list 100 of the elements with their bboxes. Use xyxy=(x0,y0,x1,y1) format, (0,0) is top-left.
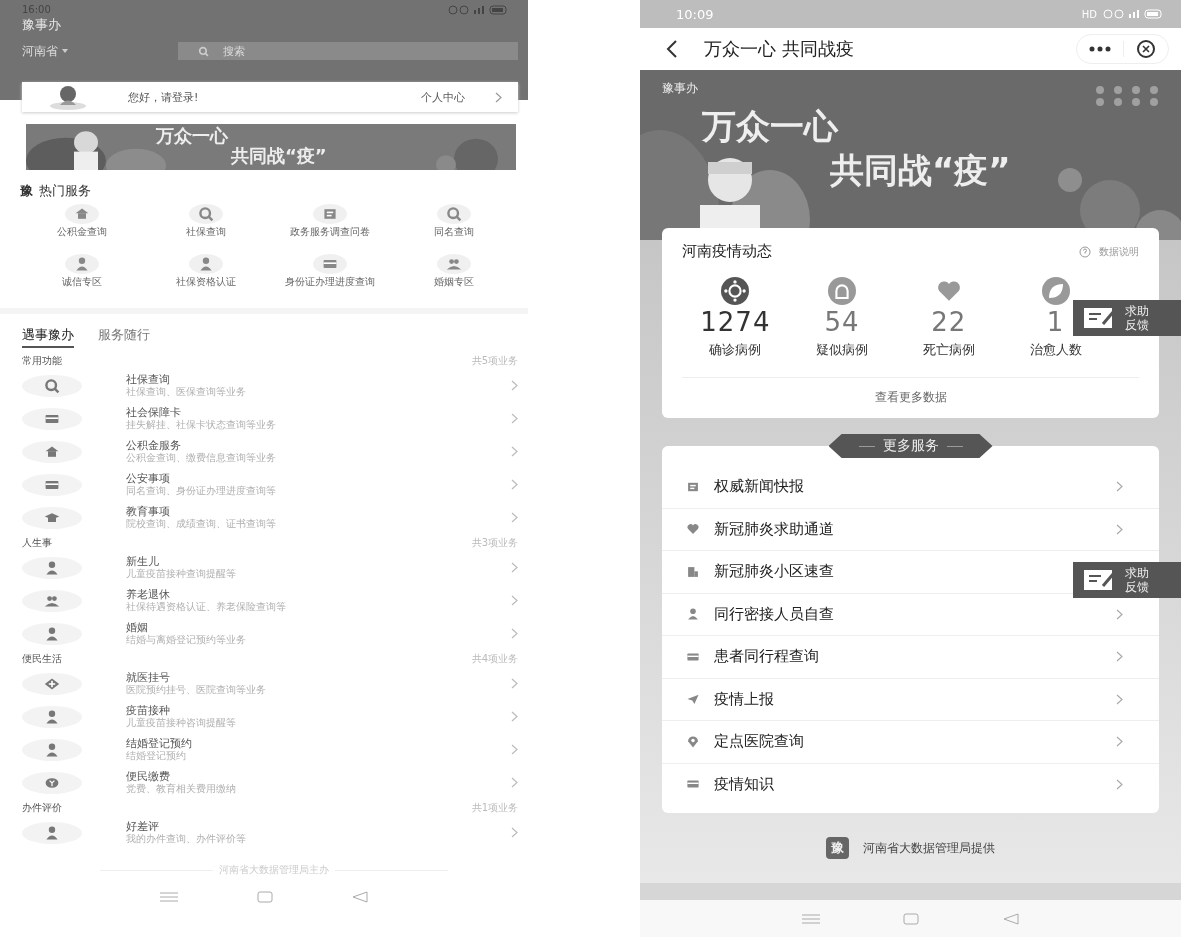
item-description: 儿童疫苗接种咨询提醒等 xyxy=(126,717,237,729)
menu-icon[interactable] xyxy=(159,892,178,902)
service-shortcut[interactable]: 社保查询 xyxy=(144,204,268,250)
close-icon[interactable] xyxy=(1136,39,1156,59)
item-count: 共5项业务 xyxy=(471,353,518,368)
status-time: 10:09 xyxy=(676,6,714,22)
service-item[interactable]: 社保查询 社保查询、医保查询等业务 xyxy=(22,369,518,402)
leaf-icon xyxy=(1041,277,1070,305)
magnifier-icon xyxy=(44,377,60,394)
item-description: 结婚与离婚登记预约等业务 xyxy=(126,634,247,646)
chevron-icon xyxy=(1116,778,1123,790)
avatar-icon xyxy=(48,84,88,110)
service-shortcut[interactable]: 婚姻专区 xyxy=(392,254,516,300)
service-item[interactable]: 就医挂号 医院预约挂号、医院查询等业务 xyxy=(22,667,518,700)
login-card[interactable]: 您好，请登录! 个人中心 xyxy=(22,82,518,112)
chevron-icon xyxy=(511,711,518,722)
item-count: 共1项业务 xyxy=(471,800,518,815)
home-icon[interactable] xyxy=(903,912,920,925)
personal-center-link[interactable]: 个人中心 xyxy=(421,89,465,105)
service-shortcut[interactable]: 公积金查询 xyxy=(20,204,144,250)
service-item[interactable]: 婚姻 结婚与离婚登记预约等业务 xyxy=(22,617,518,650)
item-title: 教育事项 xyxy=(126,505,171,518)
person-icon xyxy=(44,625,60,642)
item-title: 婚姻 xyxy=(126,621,149,634)
section-title: 常用功能 xyxy=(22,353,62,368)
item-title: 同行密接人员自查 xyxy=(714,604,835,624)
magnifier-icon xyxy=(198,206,214,222)
service-shortcut[interactable]: 同名查询 xyxy=(392,204,516,250)
item-description: 我的办件查询、办件评价等 xyxy=(126,833,247,845)
siren-icon xyxy=(828,277,857,305)
item-title: 疫情知识 xyxy=(714,774,775,794)
feedback-overlay[interactable]: 求助反馈 xyxy=(1073,300,1181,336)
service-item[interactable]: 定点医院查询 xyxy=(662,721,1159,764)
chevron-icon xyxy=(1116,523,1123,535)
home-icon[interactable] xyxy=(257,891,273,903)
section-title: 便民生活 xyxy=(22,651,62,666)
virus-icon xyxy=(721,277,750,305)
service-item[interactable]: 结婚登记预约 结婚登记预约 xyxy=(22,733,518,766)
tab[interactable]: 服务随行 xyxy=(98,326,150,348)
service-item[interactable]: 便民缴费 党费、教育相关费用缴纳 xyxy=(22,766,518,799)
service-item[interactable]: 新冠肺炎求助通道 xyxy=(662,508,1159,551)
item-title: 就医挂号 xyxy=(126,671,171,684)
chevron-icon xyxy=(1116,608,1123,620)
menu-icon[interactable] xyxy=(801,913,820,924)
feedback-overlay[interactable]: 求助反馈 xyxy=(1073,562,1181,598)
person-icon xyxy=(44,824,60,841)
service-item[interactable]: 养老退休 社保待遇资格认证、养老保险查询等 xyxy=(22,584,518,617)
service-item[interactable]: 好差评 我的办件查询、办件评价等 xyxy=(22,816,518,849)
stat-label: 确诊病例 xyxy=(709,341,762,359)
service-item[interactable]: 教育事项 院校查询、成绩查询、证书查询等 xyxy=(22,501,518,534)
chevron-icon xyxy=(511,562,518,573)
help-icon xyxy=(1079,245,1091,258)
item-title: 养老退休 xyxy=(126,588,171,601)
item-description: 社保查询、医保查询等业务 xyxy=(126,386,247,398)
stat-value: 1 xyxy=(1046,307,1065,337)
stat-label: 疑似病例 xyxy=(816,341,869,359)
pin-icon xyxy=(686,734,700,749)
item-count: 共3项业务 xyxy=(471,535,518,550)
chevron-icon xyxy=(511,512,518,523)
service-item[interactable]: 权威新闻快报 xyxy=(662,466,1159,509)
more-data-link[interactable]: 查看更多数据 xyxy=(874,390,947,404)
page-title: 万众一心 共同战疫 xyxy=(704,37,855,61)
chevron-icon xyxy=(1116,693,1123,705)
item-count: 共4项业务 xyxy=(471,651,518,666)
tab[interactable]: 遇事豫办 xyxy=(22,326,74,348)
banner-headline: 万众一心 xyxy=(702,105,838,148)
section-title: 办件评价 xyxy=(22,800,62,815)
item-description: 医院预约挂号、医院查询等业务 xyxy=(126,684,267,696)
back-icon[interactable] xyxy=(666,40,678,58)
item-description: 院校查询、成绩查询、证书查询等 xyxy=(126,518,277,530)
service-item[interactable]: 公安事项 同名查询、身份证办理进度查询等 xyxy=(22,468,518,501)
item-title: 疫情上报 xyxy=(714,689,775,709)
chevron-icon xyxy=(511,380,518,391)
more-icon[interactable] xyxy=(1089,46,1111,52)
item-title: 社保查询 xyxy=(126,373,171,386)
service-shortcut[interactable]: 诚信专区 xyxy=(20,254,144,300)
item-title: 权威新闻快报 xyxy=(714,477,805,497)
item-title: 结婚登记预约 xyxy=(126,737,193,750)
section-title: 人生事 xyxy=(22,535,52,550)
service-item[interactable]: 社会保障卡 挂失解挂、社保卡状态查询等业务 xyxy=(22,402,518,435)
item-title: 社会保障卡 xyxy=(126,406,182,419)
service-shortcut[interactable]: 身份证办理进度查询 xyxy=(268,254,392,300)
magnifier-icon xyxy=(198,45,209,57)
service-item[interactable]: 疫情知识 xyxy=(662,763,1159,805)
service-item[interactable]: 疫情上报 xyxy=(662,678,1159,721)
service-item[interactable]: 公积金服务 公积金查询、缴费信息查询等业务 xyxy=(22,435,518,468)
service-item[interactable]: 患者同行程查询 xyxy=(662,636,1159,679)
service-item[interactable]: 疫苗接种 儿童疫苗接种咨询提醒等 xyxy=(22,700,518,733)
service-shortcut[interactable]: 社保资格认证 xyxy=(144,254,268,300)
service-item[interactable]: 新生儿 儿童疫苗接种查询提醒等 xyxy=(22,551,518,584)
service-shortcut[interactable]: 政务服务调查问卷 xyxy=(268,204,392,250)
item-description: 党费、教育相关费用缴纳 xyxy=(126,783,237,795)
chevron-icon xyxy=(511,628,518,639)
chevron-icon xyxy=(511,744,518,755)
status-icons-drawing xyxy=(1103,9,1163,19)
stat-value: 1274 xyxy=(700,307,771,337)
house-icon xyxy=(74,206,90,222)
chevron-icon xyxy=(511,777,518,788)
item-title: 疫苗接种 xyxy=(126,704,171,717)
region-selector[interactable]: 河南省 xyxy=(22,42,58,60)
